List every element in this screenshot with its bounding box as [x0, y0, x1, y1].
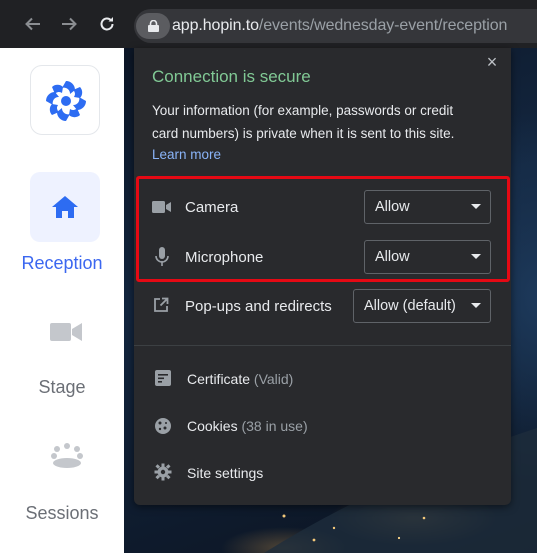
learn-more-link[interactable]: Learn more [152, 147, 221, 162]
cookie-icon [154, 417, 172, 440]
cookies-link[interactable]: Cookies (38 in use) [187, 418, 308, 434]
popup-icon [153, 297, 169, 318]
sidebar-item-reception[interactable] [30, 172, 100, 242]
microphone-label: Microphone [185, 249, 264, 266]
microphone-permission-value: Allow [375, 249, 410, 265]
microphone-icon [155, 247, 169, 272]
sidebar-item-sessions[interactable] [30, 422, 100, 492]
popups-label: Pop-ups and redirects [185, 298, 332, 315]
reload-icon[interactable] [97, 14, 117, 34]
camera-icon [152, 200, 172, 219]
popups-permission-value: Allow (default) [364, 298, 456, 314]
hopin-logo[interactable] [30, 65, 100, 135]
sidebar-item-label[interactable]: Stage [0, 377, 124, 398]
sidebar-item-stage[interactable] [30, 297, 100, 367]
certificate-label: Certificate [187, 371, 251, 387]
sidebar-item-label[interactable]: Reception [0, 253, 124, 274]
certificate-link[interactable]: Certificate (Valid) [187, 371, 293, 387]
certificate-icon [155, 370, 171, 391]
camera-label: Camera [185, 199, 239, 216]
certificate-status: (Valid) [253, 371, 294, 387]
gear-icon [154, 463, 172, 486]
divider [134, 345, 511, 346]
cookies-count: (38 in use) [241, 418, 308, 434]
close-icon[interactable]: × [482, 52, 502, 72]
back-arrow-icon[interactable] [23, 14, 43, 34]
sidebar-item-label[interactable]: Sessions [0, 503, 124, 524]
popups-permission-select[interactable]: Allow (default) [353, 289, 491, 323]
chevron-down-icon [471, 303, 481, 308]
microphone-permission-select[interactable]: Allow [364, 240, 491, 274]
forward-arrow-icon[interactable] [59, 14, 79, 34]
url-text[interactable]: app.hopin.to/events/wednesday-event/rece… [172, 17, 507, 35]
camera-permission-value: Allow [375, 199, 410, 215]
connection-description: Your information (for example, passwords… [152, 103, 455, 141]
chevron-down-icon [471, 204, 481, 209]
url-host: app.hopin.to [172, 17, 259, 34]
url-path: /events/wednesday-event/reception [258, 17, 508, 34]
site-info-button[interactable] [136, 13, 170, 39]
cookies-label: Cookies [187, 418, 238, 434]
chevron-down-icon [471, 254, 481, 259]
camera-permission-select[interactable]: Allow [364, 190, 491, 224]
connection-status-title: Connection is secure [152, 67, 311, 86]
site-settings-link[interactable]: Site settings [187, 465, 263, 481]
